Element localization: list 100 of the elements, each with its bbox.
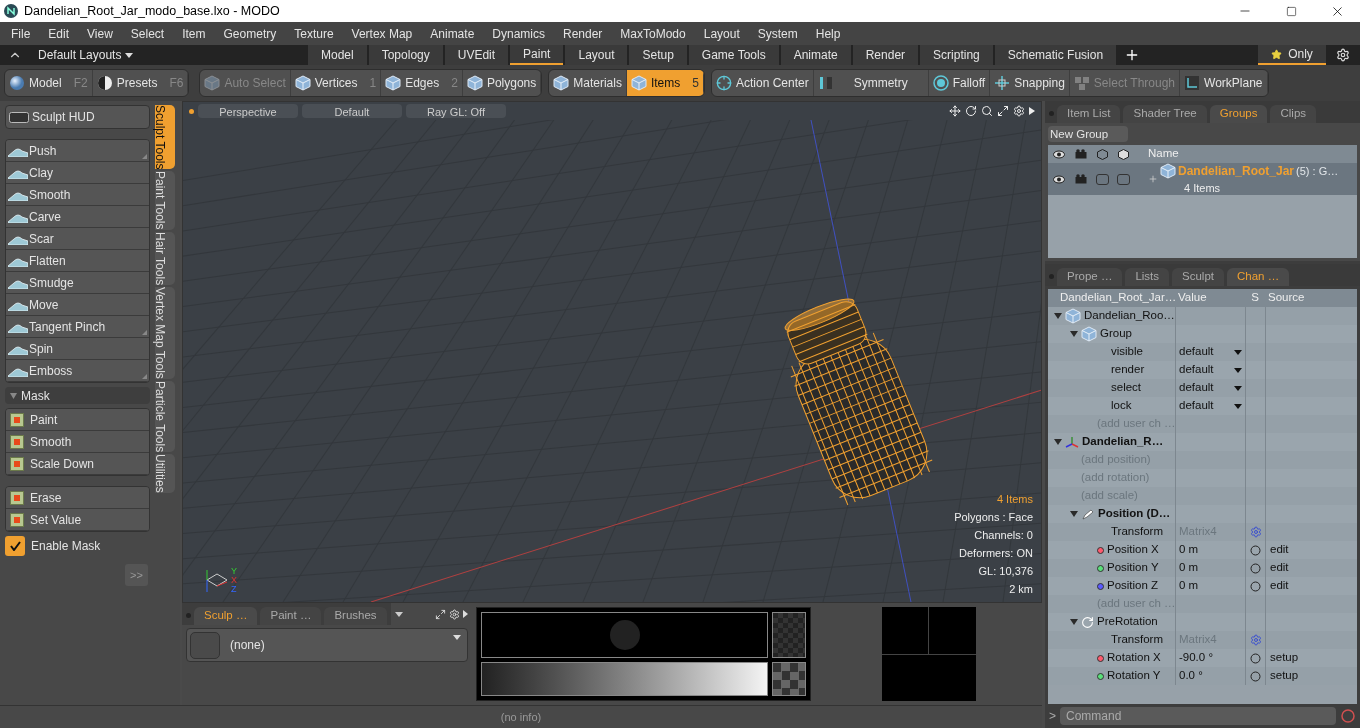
toolbar-button[interactable]: Presets F6 bbox=[92, 70, 189, 96]
menu-item[interactable]: Geometry bbox=[214, 24, 286, 43]
channel-name: visible bbox=[1110, 344, 1143, 360]
mask-section-header[interactable]: Mask bbox=[5, 387, 150, 404]
toolbar-button[interactable]: Items 5 bbox=[626, 70, 704, 96]
panel-tab[interactable]: Sculp … bbox=[194, 607, 258, 625]
sculpt-tool-button[interactable]: Push bbox=[6, 140, 149, 162]
only-button[interactable]: Only bbox=[1258, 45, 1326, 65]
channel-name: Dandelian_R… bbox=[1082, 434, 1164, 450]
channel-source: edit bbox=[1270, 542, 1289, 558]
sculpt-tool-button[interactable]: Flatten bbox=[6, 250, 149, 272]
viewport-header-button[interactable]: Ray GL: Off bbox=[406, 104, 506, 118]
channel-name: Position Y bbox=[1107, 560, 1159, 576]
toolbar-button[interactable]: WorkPlane bbox=[1180, 70, 1268, 96]
menu-item[interactable]: MaxToModo bbox=[611, 24, 695, 43]
sculpt-tool-button[interactable]: Tangent Pinch bbox=[6, 316, 149, 338]
channel-source: edit bbox=[1270, 578, 1289, 594]
toolbar-button[interactable]: Snapping bbox=[990, 70, 1070, 96]
mask-tool-button[interactable]: Scale Down bbox=[6, 453, 149, 475]
channel-name: lock bbox=[1110, 398, 1132, 414]
layout-tab[interactable]: Schematic Fusion bbox=[994, 45, 1117, 65]
panel-tab[interactable]: Prope … bbox=[1057, 268, 1123, 286]
vertical-tab[interactable]: Particle Tools bbox=[155, 380, 175, 453]
channel-value: -90.0 ° bbox=[1179, 650, 1213, 666]
toolbar-button[interactable]: Action Center bbox=[711, 70, 814, 96]
layout-tab[interactable]: Paint bbox=[510, 45, 564, 65]
axis-label: X bbox=[231, 575, 237, 585]
toolbar-button[interactable]: Falloff bbox=[928, 70, 991, 96]
vertical-tab[interactable]: Paint Tools bbox=[155, 171, 175, 230]
channel-name: Transform bbox=[1110, 524, 1163, 540]
layout-tab[interactable]: UVEdit bbox=[444, 45, 509, 65]
viewport-header-button[interactable]: Default bbox=[302, 104, 402, 118]
panel-tab[interactable]: Paint … bbox=[260, 607, 322, 625]
mask-tool-button[interactable]: Paint bbox=[6, 409, 149, 431]
channel-name: Rotation X bbox=[1107, 650, 1161, 666]
layout-tab[interactable]: Layout bbox=[565, 45, 628, 65]
group-row[interactable]: Dandelian_Root_Jar (5) : G… 4 Items bbox=[1048, 163, 1357, 195]
panel-tab[interactable]: Lists bbox=[1125, 268, 1170, 286]
viewport-info-text: Polygons : Face bbox=[954, 510, 1033, 525]
menu-item[interactable]: Select bbox=[121, 24, 174, 43]
layout-tab[interactable]: Game Tools bbox=[688, 45, 779, 65]
panel-tab[interactable]: Groups bbox=[1209, 105, 1268, 123]
menu-item[interactable]: Texture bbox=[285, 24, 343, 43]
mask-tool-button[interactable]: Smooth bbox=[6, 431, 149, 453]
command-field[interactable]: Command bbox=[1060, 707, 1336, 725]
toolbar-button[interactable]: Edges 2 bbox=[381, 70, 463, 96]
vertical-tab[interactable]: Hair Tools bbox=[155, 231, 175, 286]
viewport-info-text: 2 km bbox=[1009, 582, 1033, 597]
vertical-tab[interactable]: Sculpt Tools bbox=[155, 105, 175, 170]
layout-tab[interactable]: Animate bbox=[780, 45, 851, 65]
toolbar-button[interactable]: Polygons bbox=[462, 70, 542, 96]
panel-tab[interactable]: Chan … bbox=[1227, 268, 1290, 286]
menu-item[interactable]: System bbox=[748, 24, 807, 43]
column-header: S bbox=[1250, 290, 1260, 306]
vertical-tab[interactable]: Vertex Map Tools bbox=[155, 287, 175, 379]
layout-tab[interactable]: Render bbox=[852, 45, 919, 65]
menu-item[interactable]: Layout bbox=[694, 24, 749, 43]
layouts-dropdown[interactable]: Default Layouts bbox=[38, 46, 308, 64]
menu-item[interactable]: Edit bbox=[39, 24, 79, 43]
menu-item[interactable]: Render bbox=[554, 24, 612, 43]
channel-value: 0 m bbox=[1179, 578, 1199, 594]
layout-tab[interactable]: Model bbox=[308, 45, 367, 65]
sculpt-tool-button[interactable]: Smooth bbox=[6, 184, 149, 206]
mask-tool-button[interactable]: Set Value bbox=[6, 509, 149, 531]
toolbar-button[interactable]: Vertices 1 bbox=[290, 70, 382, 96]
menu-item[interactable]: File bbox=[2, 24, 40, 43]
sculpt-tool-button[interactable]: Emboss bbox=[6, 360, 149, 382]
toolbar-button[interactable]: Model F2 bbox=[5, 70, 93, 96]
viewport-info-text: 4 Items bbox=[996, 492, 1033, 507]
menu-item[interactable]: Vertex Map bbox=[342, 24, 422, 43]
sculpt-tool-button[interactable]: Spin bbox=[6, 338, 149, 360]
menu-item[interactable]: View bbox=[78, 24, 122, 43]
mask-tool-button[interactable]: Erase bbox=[6, 487, 149, 509]
sculpt-tool-button[interactable]: Carve bbox=[6, 206, 149, 228]
menu-item[interactable]: Dynamics bbox=[483, 24, 554, 43]
panel-tab[interactable]: Clips bbox=[1270, 105, 1317, 123]
panel-tab[interactable]: Shader Tree bbox=[1123, 105, 1207, 123]
new-group-button[interactable]: New Group bbox=[1048, 126, 1128, 142]
sculpt-tool-button[interactable]: Move bbox=[6, 294, 149, 316]
menu-item[interactable]: Help bbox=[806, 24, 850, 43]
column-header: Dandelian_Root_Jar… bbox=[1059, 290, 1175, 306]
layout-tab[interactable]: Scripting bbox=[920, 45, 993, 65]
layout-tab[interactable]: Topology bbox=[368, 45, 443, 65]
viewport-header-button[interactable]: Perspective bbox=[198, 104, 298, 118]
channel-name: Dandelian_Roo… bbox=[1084, 308, 1175, 324]
menu-item[interactable]: Animate bbox=[421, 24, 484, 43]
layout-tab[interactable]: Setup bbox=[629, 45, 687, 65]
menu-item[interactable]: Item bbox=[173, 24, 215, 43]
brush-preset-dropdown[interactable]: (none) bbox=[186, 628, 468, 662]
channel-name: select bbox=[1110, 380, 1142, 396]
panel-tab[interactable]: Item List bbox=[1057, 105, 1121, 123]
panel-tab[interactable]: Brushes bbox=[324, 607, 387, 625]
sculpt-tool-button[interactable]: Clay bbox=[6, 162, 149, 184]
toolbar-button[interactable]: Symmetry bbox=[813, 70, 929, 96]
sculpt-hud-button[interactable]: Sculpt HUD bbox=[5, 105, 150, 129]
toolbar-button[interactable]: Materials bbox=[549, 70, 627, 96]
vertical-tab[interactable]: Utilities bbox=[155, 454, 175, 493]
sculpt-tool-button[interactable]: Scar bbox=[6, 228, 149, 250]
panel-tab[interactable]: Sculpt bbox=[1172, 268, 1224, 286]
sculpt-tool-button[interactable]: Smudge bbox=[6, 272, 149, 294]
